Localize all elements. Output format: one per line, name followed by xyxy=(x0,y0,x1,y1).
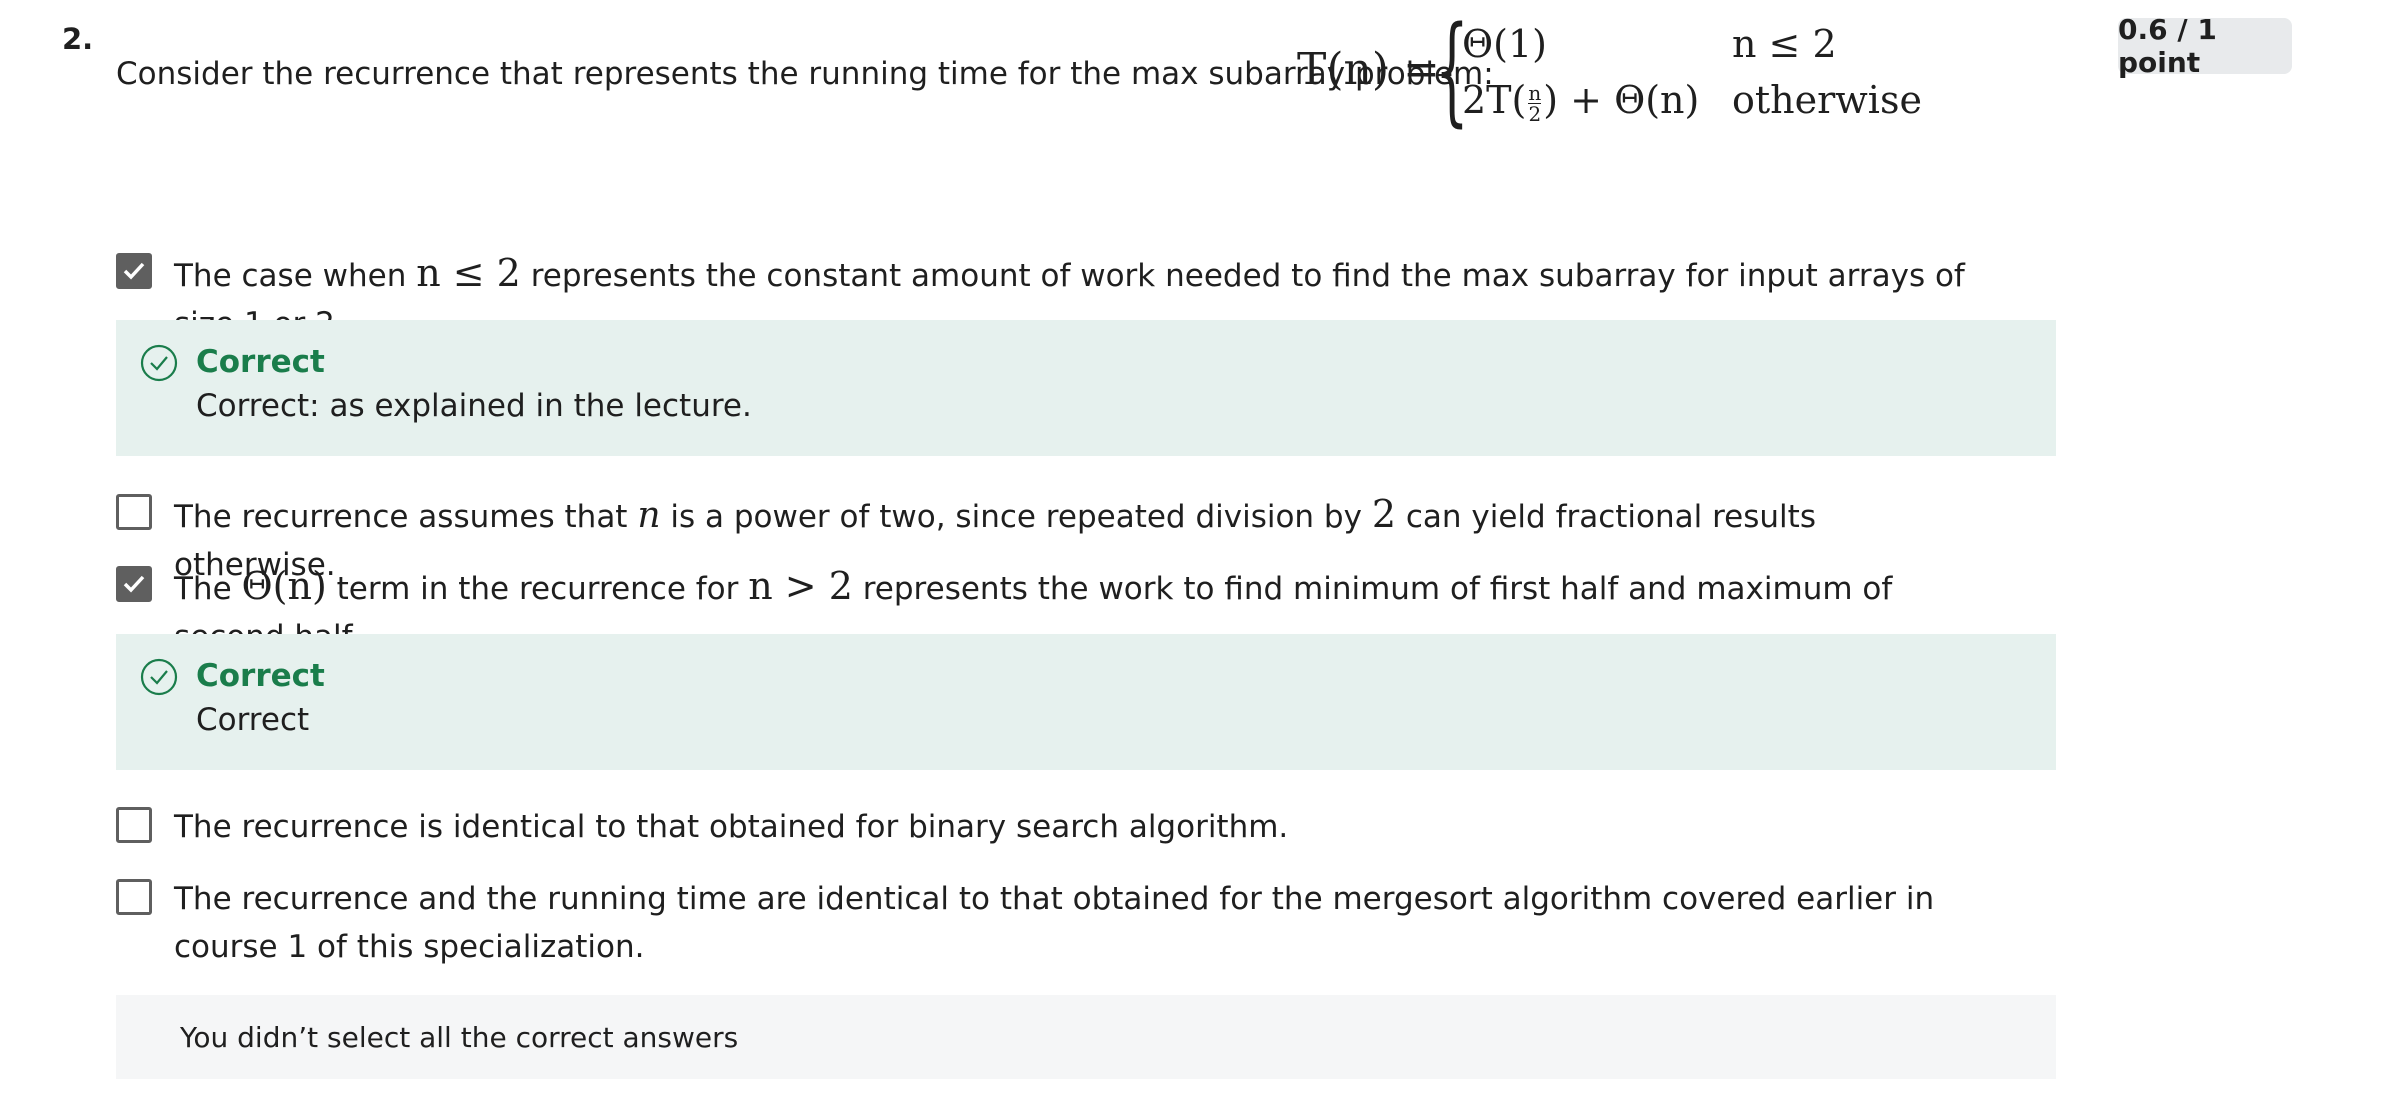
option-3-math: Θ(n) xyxy=(241,564,327,608)
option-1-math: n ≤ 2 xyxy=(416,251,521,295)
summary-text: You didn’t select all the correct answer… xyxy=(180,1020,739,1054)
question-prompt: Consider the recurrence that represents … xyxy=(116,56,1494,92)
option-5-checkbox[interactable] xyxy=(116,879,152,915)
case2-fraction: n2 xyxy=(1528,81,1542,126)
option-1-checkbox[interactable] xyxy=(116,253,152,289)
case2-prefix: 2T( xyxy=(1462,78,1527,122)
option-2-math-2: 2 xyxy=(1371,492,1396,536)
case2-suffix: ) + Θ(n) xyxy=(1543,78,1700,122)
case2-expression: 2T(n 2) + Θ(n) xyxy=(1462,78,1699,124)
question-number: 2. xyxy=(62,22,94,56)
checkmark-icon xyxy=(123,575,145,593)
option-3-math-2: n > 2 xyxy=(748,564,853,608)
case2-condition: otherwise xyxy=(1732,78,1922,122)
option-4[interactable]: The recurrence is identical to that obta… xyxy=(116,803,1974,851)
check-circle-icon xyxy=(140,344,178,382)
option-2-checkbox[interactable] xyxy=(116,494,152,530)
option-3-checkbox[interactable] xyxy=(116,566,152,602)
option-4-checkbox[interactable] xyxy=(116,807,152,843)
points-badge: 0.6 / 1 point xyxy=(2118,13,2292,79)
feedback-title: Correct xyxy=(196,344,325,380)
checkmark-icon xyxy=(123,262,145,280)
case1-expression: Θ(1) xyxy=(1462,22,1547,66)
option-5[interactable]: The recurrence and the running time are … xyxy=(116,875,1974,971)
feedback-correct-1: Correct Correct: as explained in the lec… xyxy=(116,320,2056,456)
fraction-numerator: n xyxy=(1528,81,1542,105)
feedback-correct-2: Correct Correct xyxy=(116,634,2056,770)
case1-condition: n ≤ 2 xyxy=(1732,22,1837,66)
option-4-text: The recurrence is identical to that obta… xyxy=(174,809,1289,845)
grading-summary: You didn’t select all the correct answer… xyxy=(116,995,2056,1079)
recurrence-lhs: T(n) = xyxy=(1297,44,1440,95)
option-2-math: n xyxy=(637,495,661,536)
feedback-body: Correct xyxy=(196,702,310,738)
check-circle-icon xyxy=(140,658,178,696)
fraction-denominator: 2 xyxy=(1528,102,1542,126)
feedback-title: Correct xyxy=(196,658,325,694)
option-5-text: The recurrence and the running time are … xyxy=(174,881,1935,965)
feedback-body: Correct: as explained in the lecture. xyxy=(196,388,752,424)
